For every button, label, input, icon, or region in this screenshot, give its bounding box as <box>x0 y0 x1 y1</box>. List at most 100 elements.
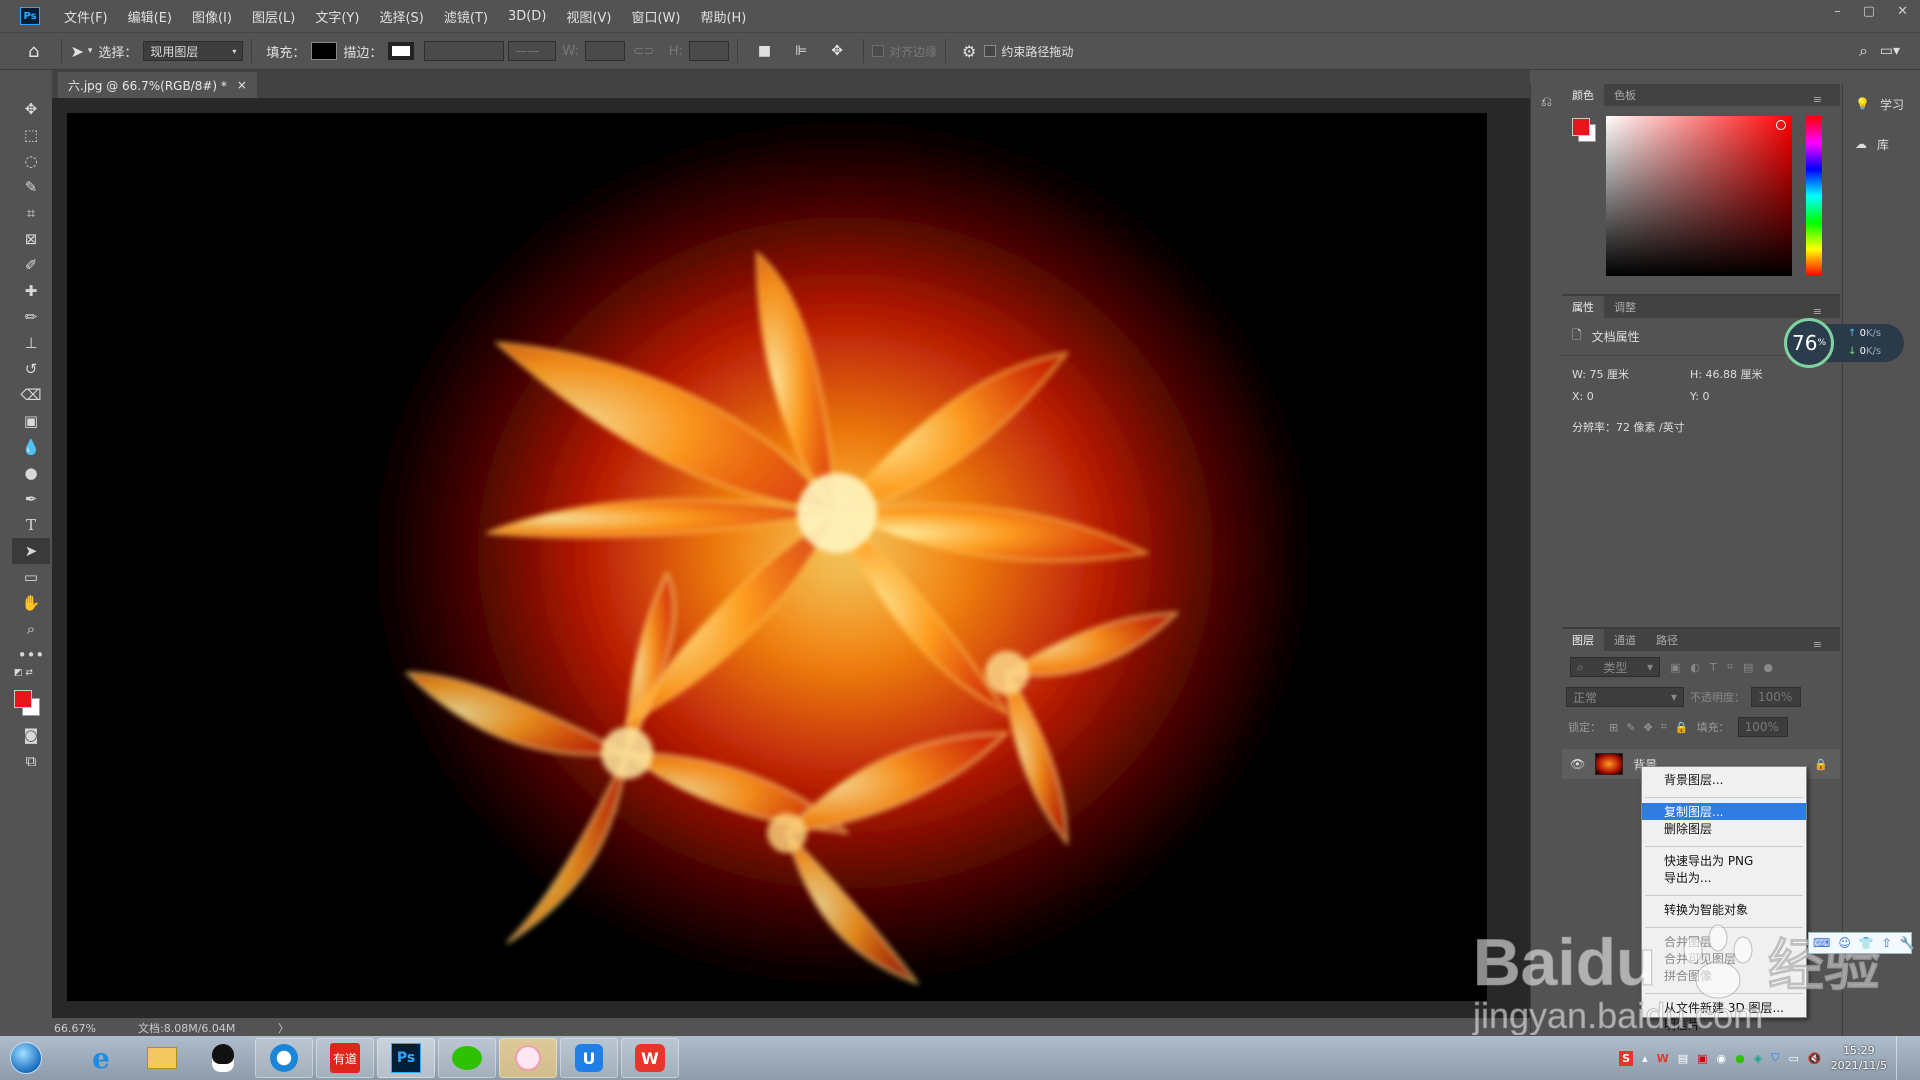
height-field[interactable] <box>688 41 729 61</box>
history-panel-icon[interactable]: ⎌ <box>1531 94 1562 110</box>
taskbar-wechat[interactable] <box>438 1038 496 1078</box>
path-arrangement-icon[interactable]: ✥ <box>831 43 843 59</box>
quick-mask-icon[interactable]: ◙ <box>12 722 50 748</box>
system-clock[interactable]: 15:29 2021/11/5 <box>1831 1043 1887 1073</box>
menu-edit[interactable]: 编辑(E) <box>118 7 182 26</box>
menu-layer[interactable]: 图层(L) <box>242 7 305 26</box>
stroke-swatch[interactable] <box>388 42 415 60</box>
libraries-item[interactable]: ☁ 库 <box>1843 124 1920 164</box>
tab-swatches[interactable]: 色板 <box>1604 84 1646 106</box>
menu-item-background-layer[interactable]: 背景图层... <box>1642 771 1806 788</box>
security-tray-icon[interactable]: ◈ <box>1754 1052 1762 1065</box>
taskbar-youdao[interactable]: 有道 <box>316 1038 374 1078</box>
panel-foreground-swatch[interactable] <box>1572 118 1590 136</box>
menu-view[interactable]: 视图(V) <box>556 7 621 26</box>
taskbar-ie[interactable]: e <box>72 1038 130 1078</box>
taskbar-photoshop[interactable]: Ps <box>377 1038 435 1078</box>
eyedropper-tool-icon[interactable]: ✐ <box>12 252 50 278</box>
link-icon[interactable]: ⊂⊃ <box>633 44 655 59</box>
menu-select[interactable]: 选择(S) <box>369 7 433 26</box>
taskbar-uu[interactable]: U <box>560 1038 618 1078</box>
monitor-icon[interactable]: ▭ <box>1788 1052 1798 1065</box>
menu-item-duplicate-layer[interactable]: 复制图层... <box>1642 803 1806 820</box>
taskbar-qq-pet[interactable] <box>499 1038 557 1078</box>
path-selection-tool-icon[interactable]: ➤ <box>12 538 50 564</box>
frame-tool-icon[interactable]: ⊠ <box>12 226 50 252</box>
search-icon[interactable]: ⌕ <box>1859 41 1868 61</box>
path-alignment-icon[interactable]: ⊫ <box>795 43 807 59</box>
taskbar-wps[interactable]: W <box>621 1038 679 1078</box>
stroke-type-dropdown[interactable]: —— <box>508 41 557 61</box>
marquee-tool-icon[interactable]: ⬚ <box>12 122 50 148</box>
start-button[interactable] <box>0 1036 52 1080</box>
dodge-tool-icon[interactable]: ● <box>12 460 50 486</box>
zoom-tool-icon[interactable]: ⌕ <box>12 616 50 642</box>
type-tool-icon[interactable]: T <box>12 512 50 538</box>
lock-artboard-icon[interactable]: ⌗ <box>1661 720 1667 734</box>
menu-type[interactable]: 文字(Y) <box>305 7 369 26</box>
select-mode-dropdown[interactable]: 现用图层 ▾ <box>143 41 244 61</box>
pixel-filter-icon[interactable]: ▣ <box>1670 661 1680 674</box>
type-filter-icon[interactable]: T <box>1710 661 1717 674</box>
healing-brush-tool-icon[interactable]: ✚ <box>12 278 50 304</box>
keyboard-icon[interactable]: ⌨ <box>1813 936 1830 950</box>
lasso-tool-icon[interactable]: ◌ <box>12 148 50 174</box>
blend-mode-dropdown[interactable]: 正常 ▾ <box>1566 687 1684 707</box>
gradient-tool-icon[interactable]: ▣ <box>12 408 50 434</box>
volume-muted-icon[interactable]: 🔇 <box>1808 1052 1822 1065</box>
user-icon[interactable]: ☺ <box>1838 936 1851 950</box>
close-button[interactable]: ✕ <box>1897 4 1908 19</box>
taskbar-browser[interactable] <box>255 1038 313 1078</box>
document-tab[interactable]: 六.jpg @ 66.7%(RGB/8#) * × <box>58 72 257 98</box>
shape-filter-icon[interactable]: ⌗ <box>1727 660 1733 674</box>
color-field[interactable] <box>1606 116 1792 276</box>
hue-slider[interactable] <box>1806 116 1822 276</box>
tab-properties[interactable]: 属性 <box>1562 296 1604 318</box>
chevron-down-icon[interactable]: ▾ <box>88 46 93 56</box>
crop-tool-icon[interactable]: ⌗ <box>12 200 50 226</box>
wps-tray-icon[interactable]: W <box>1657 1052 1669 1065</box>
lock-transparent-icon[interactable]: ⊞ <box>1609 721 1618 734</box>
wechat-tray-icon[interactable]: ● <box>1735 1052 1745 1065</box>
menu-item-postcard[interactable]: 明信片 <box>1642 1016 1806 1033</box>
network-monitor-icon[interactable]: ▤ <box>1678 1052 1688 1065</box>
zoom-level[interactable]: 66.67% <box>54 1022 134 1035</box>
home-icon[interactable]: ⌂ <box>28 41 39 62</box>
stroke-width-field[interactable] <box>424 41 505 61</box>
adjustment-filter-icon[interactable]: ◐ <box>1690 661 1700 674</box>
menu-item-flatten-image[interactable]: 拼合图像 <box>1642 967 1806 984</box>
menu-item-new-3d-layer[interactable]: 从文件新建 3D 图层... <box>1642 999 1806 1016</box>
layer-filter-dropdown[interactable]: ⌕ 类型 ▾ <box>1570 657 1660 677</box>
filter-toggle-icon[interactable]: ● <box>1763 661 1773 674</box>
tab-layers[interactable]: 图层 <box>1562 629 1604 651</box>
lock-position-icon[interactable]: ✥ <box>1643 721 1652 734</box>
menu-window[interactable]: 窗口(W) <box>621 7 690 26</box>
sogou-ime-icon[interactable]: S <box>1619 1050 1634 1066</box>
workspace-icon[interactable]: ▭▾ <box>1880 43 1900 59</box>
path-selection-tool-preset-icon[interactable]: ➤ <box>70 42 83 61</box>
menu-3d[interactable]: 3D(D) <box>498 9 556 24</box>
minimize-button[interactable]: – <box>1834 4 1841 19</box>
blur-tool-icon[interactable]: 💧 <box>12 434 50 460</box>
menu-filter[interactable]: 滤镜(T) <box>434 7 498 26</box>
path-operations-icon[interactable]: ■ <box>758 43 771 59</box>
tab-color[interactable]: 颜色 <box>1562 84 1604 106</box>
gear-icon[interactable]: ⚙ <box>962 42 976 61</box>
smart-object-filter-icon[interactable]: ▤ <box>1743 661 1753 674</box>
screen-mode-icon[interactable]: ⧉ <box>12 748 50 774</box>
eraser-tool-icon[interactable]: ⌫ <box>12 382 50 408</box>
qq-tray-icon[interactable]: ◉ <box>1717 1052 1727 1065</box>
menu-item-merge-layers[interactable]: 合并图层 <box>1642 933 1806 950</box>
lock-all-icon[interactable]: 🔒 <box>1675 721 1689 734</box>
menu-item-convert-smart-object[interactable]: 转换为智能对象 <box>1642 901 1806 918</box>
menu-help[interactable]: 帮助(H) <box>690 7 756 26</box>
history-brush-tool-icon[interactable]: ↺ <box>12 356 50 382</box>
hand-tool-icon[interactable]: ✋ <box>12 590 50 616</box>
panel-menu-icon[interactable]: ≡ <box>1803 633 1832 655</box>
net-speed-widget[interactable]: 76% ↑ 0K/s ↓ 0K/s <box>1784 318 1906 368</box>
ime-toolbar[interactable]: ⌨ ☺ 👕 ⇧ 🔧 <box>1808 932 1915 954</box>
close-tab-icon[interactable]: × <box>237 78 247 92</box>
photoshop-app-icon[interactable]: Ps <box>20 7 40 25</box>
menu-item-delete-layer[interactable]: 删除图层 <box>1642 820 1806 837</box>
menu-file[interactable]: 文件(F) <box>54 7 118 26</box>
